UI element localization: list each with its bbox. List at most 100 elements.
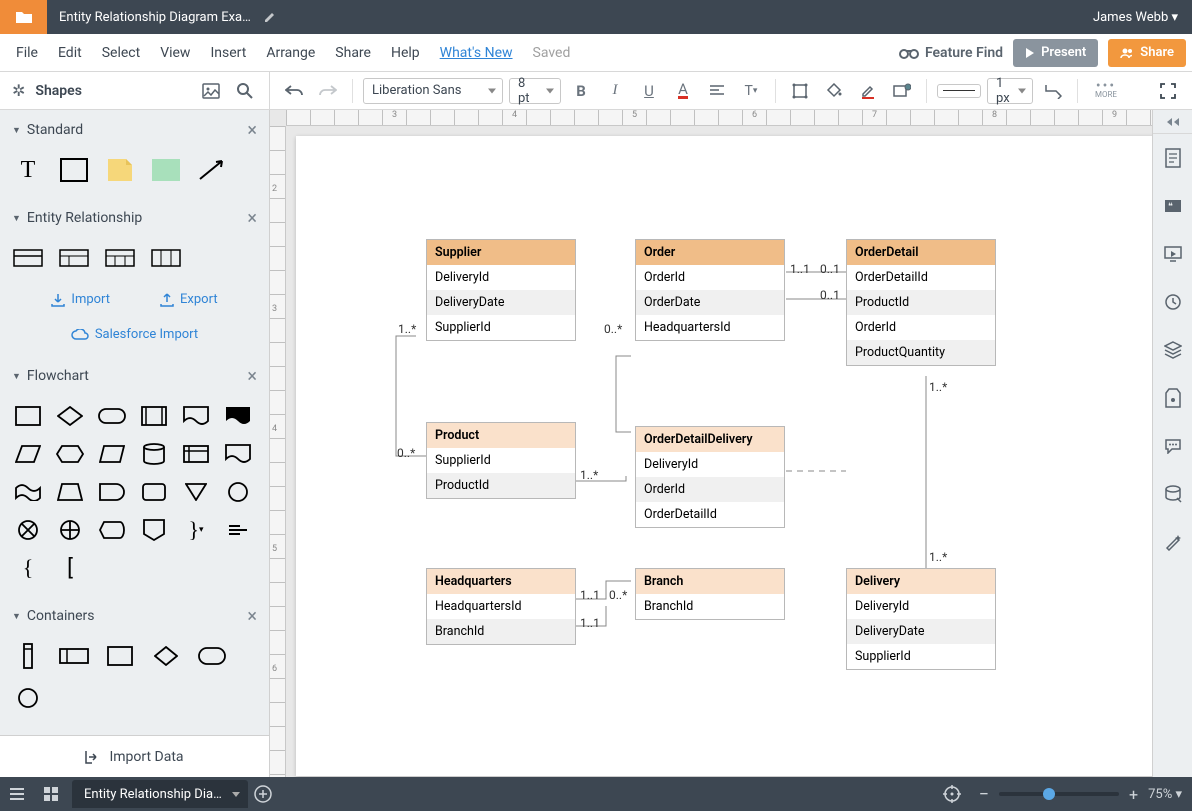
target-icon[interactable] bbox=[935, 785, 969, 803]
fc-diamond[interactable] bbox=[54, 402, 86, 430]
history-icon[interactable] bbox=[1153, 278, 1192, 326]
fc-hex[interactable] bbox=[54, 440, 86, 468]
comments-icon[interactable]: ❝ bbox=[1153, 182, 1192, 230]
shape-text[interactable]: T bbox=[12, 156, 44, 184]
align-button[interactable] bbox=[703, 77, 731, 105]
line-color-button[interactable] bbox=[854, 77, 882, 105]
fc-offpage[interactable] bbox=[138, 516, 170, 544]
fc-trap[interactable] bbox=[54, 478, 86, 506]
zoom-slider[interactable] bbox=[999, 792, 1119, 796]
zoom-level[interactable]: 75% ▾ bbox=[1148, 787, 1182, 802]
fc-delay[interactable] bbox=[96, 478, 128, 506]
document-title[interactable]: Entity Relationship Diagram Exa… bbox=[47, 10, 263, 25]
fc-predef[interactable] bbox=[138, 402, 170, 430]
menu-arrange[interactable]: Arrange bbox=[256, 45, 325, 61]
section-containers[interactable]: ▼Containers× bbox=[0, 596, 269, 636]
folder-icon[interactable] bbox=[0, 0, 47, 34]
fc-bracket[interactable]: [ bbox=[54, 554, 86, 582]
fc-docfill[interactable] bbox=[222, 402, 254, 430]
text-options-button[interactable]: T▾ bbox=[737, 77, 765, 105]
underline-button[interactable]: U bbox=[635, 77, 663, 105]
fc-wave[interactable] bbox=[12, 478, 44, 506]
cont-6[interactable] bbox=[12, 684, 44, 712]
cont-1[interactable] bbox=[12, 642, 44, 670]
fc-tri[interactable] bbox=[180, 478, 212, 506]
fullscreen-button[interactable] bbox=[1154, 83, 1182, 99]
fc-terminator[interactable] bbox=[96, 402, 128, 430]
present-button[interactable]: Present bbox=[1013, 39, 1098, 67]
page-settings-icon[interactable] bbox=[1153, 134, 1192, 182]
more-button[interactable]: •••MORE bbox=[1088, 82, 1124, 99]
fc-or[interactable] bbox=[54, 516, 86, 544]
menu-insert[interactable]: Insert bbox=[200, 45, 256, 61]
font-size-select[interactable]: 8 pt bbox=[509, 78, 561, 104]
menu-file[interactable]: File bbox=[6, 45, 48, 61]
font-family-select[interactable]: Liberation Sans bbox=[363, 78, 503, 104]
fc-rect2[interactable] bbox=[138, 478, 170, 506]
entity-branch[interactable]: Branch BranchId bbox=[635, 568, 785, 620]
menu-help[interactable]: Help bbox=[381, 45, 430, 61]
er-export-link[interactable]: Export bbox=[160, 292, 218, 307]
fc-display[interactable] bbox=[96, 516, 128, 544]
section-flowchart[interactable]: ▼Flowchart× bbox=[0, 356, 269, 396]
fc-doc2[interactable] bbox=[222, 440, 254, 468]
page[interactable]: Supplier DeliveryId DeliveryDate Supplie… bbox=[296, 136, 1152, 776]
fc-cylinder[interactable] bbox=[138, 440, 170, 468]
presentation-icon[interactable] bbox=[1153, 230, 1192, 278]
fc-data[interactable] bbox=[12, 440, 44, 468]
shape-note[interactable] bbox=[104, 156, 136, 184]
sheet-tab[interactable]: Entity Relationship Dia… bbox=[72, 780, 248, 808]
entity-orderdetail[interactable]: OrderDetail OrderDetailId ProductId Orde… bbox=[846, 239, 996, 366]
fc-sumjunc[interactable] bbox=[12, 516, 44, 544]
shape-block[interactable] bbox=[150, 156, 182, 184]
shape-frame-button[interactable] bbox=[786, 77, 814, 105]
entity-product[interactable]: Product SupplierId ProductId bbox=[426, 422, 576, 499]
fc-circle[interactable] bbox=[222, 478, 254, 506]
fill-color-button[interactable] bbox=[820, 77, 848, 105]
search-shapes-icon[interactable] bbox=[233, 79, 257, 103]
undo-button[interactable] bbox=[280, 77, 308, 105]
insert-image-icon[interactable] bbox=[199, 79, 223, 103]
edit-title-icon[interactable] bbox=[263, 10, 277, 24]
close-icon[interactable]: × bbox=[247, 606, 257, 627]
magic-icon[interactable] bbox=[1153, 518, 1192, 566]
layers-icon[interactable] bbox=[1153, 326, 1192, 374]
canvas[interactable]: Supplier DeliveryId DeliveryDate Supplie… bbox=[286, 126, 1152, 777]
fc-brace-r[interactable]: }▾ bbox=[180, 516, 212, 544]
er-shape-1[interactable] bbox=[12, 244, 44, 272]
cont-5[interactable] bbox=[196, 642, 228, 670]
line-route-button[interactable] bbox=[1039, 77, 1067, 105]
zoom-in-button[interactable]: + bbox=[1129, 785, 1138, 804]
import-data-button[interactable]: Import Data bbox=[0, 735, 269, 777]
er-shape-3[interactable] bbox=[104, 244, 136, 272]
entity-supplier[interactable]: Supplier DeliveryId DeliveryDate Supplie… bbox=[426, 239, 576, 341]
shape-arrow[interactable] bbox=[196, 156, 228, 184]
er-shape-2[interactable] bbox=[58, 244, 90, 272]
close-icon[interactable]: × bbox=[247, 366, 257, 387]
entity-delivery[interactable]: Delivery DeliveryId DeliveryDate Supplie… bbox=[846, 568, 996, 670]
line-style-select[interactable] bbox=[937, 84, 981, 98]
gear-icon[interactable]: ✲ bbox=[12, 81, 25, 100]
cont-4[interactable] bbox=[150, 642, 182, 670]
italic-button[interactable]: I bbox=[601, 77, 629, 105]
fc-brace-l[interactable]: { bbox=[12, 554, 44, 582]
fc-para[interactable] bbox=[96, 440, 128, 468]
stroke-width-select[interactable]: 1 px bbox=[987, 78, 1033, 104]
grid-view-icon[interactable] bbox=[34, 787, 68, 801]
section-standard[interactable]: ▼Standard× bbox=[0, 110, 269, 150]
share-button[interactable]: Share bbox=[1108, 39, 1186, 67]
close-icon[interactable]: × bbox=[247, 120, 257, 141]
zoom-out-button[interactable]: − bbox=[979, 784, 989, 805]
text-color-button[interactable]: A bbox=[669, 77, 697, 105]
master-icon[interactable] bbox=[1153, 374, 1192, 422]
menu-whats-new[interactable]: What's New bbox=[430, 45, 523, 61]
list-view-icon[interactable] bbox=[0, 787, 34, 801]
collapse-right-panel[interactable] bbox=[1153, 110, 1192, 134]
add-page-button[interactable] bbox=[248, 785, 278, 803]
shape-rect[interactable] bbox=[58, 156, 90, 184]
menu-share[interactable]: Share bbox=[325, 45, 381, 61]
menu-edit[interactable]: Edit bbox=[48, 45, 92, 61]
redo-button[interactable] bbox=[314, 77, 342, 105]
data-icon[interactable] bbox=[1153, 470, 1192, 518]
entity-orderdetaildelivery[interactable]: OrderDetailDelivery DeliveryId OrderId O… bbox=[635, 426, 785, 528]
